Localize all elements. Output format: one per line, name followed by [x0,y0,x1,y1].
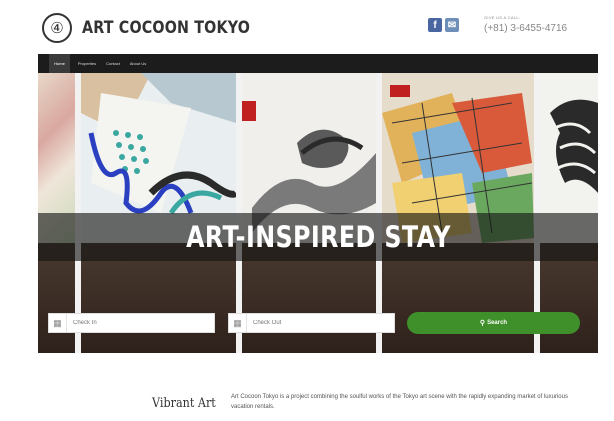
check-in-input[interactable] [67,315,207,331]
hero-title-band: ART-INSPIRED STAY [38,213,598,261]
brand-name: ART COCOON TOKYO [82,18,251,38]
hero-banner: ART-INSPIRED STAY ▦ ▦ ⚲ Search [38,73,598,353]
logo-mark-icon: ④ [42,13,72,43]
intro-title: Vibrant Art [152,396,216,411]
check-in-field[interactable]: ▦ [48,313,215,333]
check-out-field[interactable]: ▦ [228,313,395,333]
check-out-input[interactable] [247,315,387,331]
page: ④ ART COCOON TOKYO f ✉ GIVE US A CALL: (… [0,0,614,421]
calendar-icon: ▦ [49,314,67,332]
intro-section: Vibrant Art Art Cocoon Tokyo is a projec… [0,380,614,420]
booking-form: ▦ ▦ ⚲ Search [38,308,598,338]
phone-number[interactable]: (+81) 3-6455-4716 [484,23,567,34]
email-icon[interactable]: ✉ [445,18,459,32]
site-header: ④ ART COCOON TOKYO f ✉ GIVE US A CALL: (… [0,6,614,52]
search-button-label: Search [487,320,508,326]
social-links: f ✉ [428,18,459,32]
hero-title: ART-INSPIRED STAY [185,220,451,254]
contact-info: GIVE US A CALL: (+81) 3-6455-4716 [484,15,567,34]
search-button[interactable]: ⚲ Search [407,312,580,334]
calendar-icon: ▦ [229,314,247,332]
main-nav: Home Properties Contact About Us [38,54,598,73]
nav-item-about-us[interactable]: About Us [126,54,150,73]
search-icon: ⚲ [479,320,486,327]
nav-item-contact[interactable]: Contact [102,54,124,73]
logo[interactable]: ④ ART COCOON TOKYO [42,13,282,43]
intro-text: Art Cocoon Tokyo is a project combining … [231,394,568,410]
nav-item-home[interactable]: Home [49,54,70,73]
nav-item-properties[interactable]: Properties [74,54,100,73]
contact-label: GIVE US A CALL: [484,15,521,20]
facebook-icon[interactable]: f [428,18,442,32]
